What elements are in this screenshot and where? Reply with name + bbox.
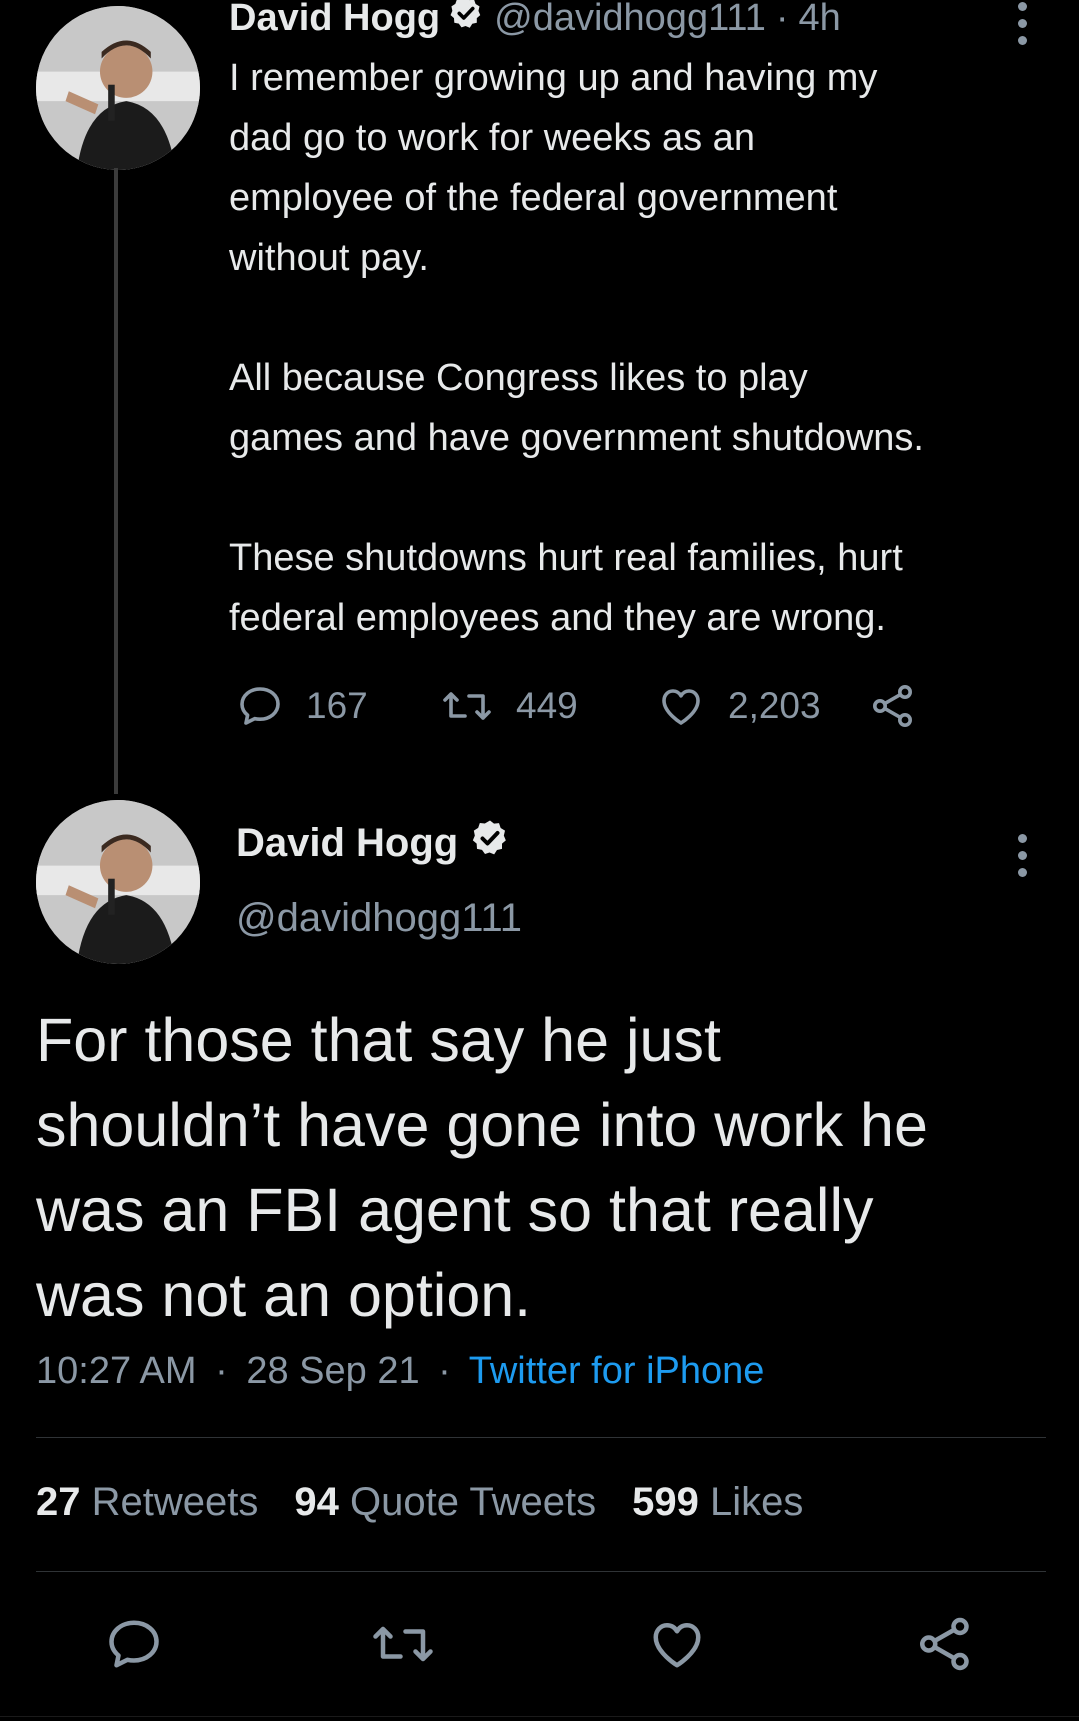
like-button[interactable]: 2,203 bbox=[656, 682, 821, 730]
thread-connector-line bbox=[114, 168, 118, 794]
like-count: 2,203 bbox=[728, 685, 821, 726]
metadata-separator: · bbox=[215, 1350, 228, 1392]
author-name[interactable]: David Hogg bbox=[236, 821, 458, 866]
main-tweet-text: For those that say he just shouldn’t hav… bbox=[36, 1006, 928, 1329]
bottom-edge-line bbox=[0, 1716, 1079, 1717]
retweet-button[interactable]: 449 bbox=[440, 682, 578, 730]
tweet-time[interactable]: 10:27 AM bbox=[36, 1350, 197, 1392]
author-handle[interactable]: @davidhogg111 bbox=[494, 0, 766, 40]
share-icon bbox=[920, 1617, 969, 1671]
engagement-stats: 27 Retweets 94 Quote Tweets 599 Likes bbox=[36, 1480, 839, 1525]
retweet-icon bbox=[373, 1626, 433, 1662]
author-handle[interactable]: @davidhogg111 bbox=[236, 896, 522, 941]
likes-stat[interactable]: 599 Likes bbox=[632, 1480, 803, 1525]
more-options-icon[interactable] bbox=[1018, 2, 1027, 45]
main-tweet-author[interactable]: David Hogg bbox=[236, 818, 510, 868]
tweet-metadata: 10:27 AM · 28 Sep 21 · Twitter for iPhon… bbox=[36, 1350, 764, 1393]
retweet-count: 449 bbox=[516, 685, 578, 726]
parent-tweet-header: David Hogg @davidhogg111 · 4h bbox=[229, 0, 841, 44]
tweet-date[interactable]: 28 Sep 21 bbox=[246, 1350, 419, 1392]
retweet-icon bbox=[443, 692, 491, 720]
share-button[interactable] bbox=[868, 682, 918, 735]
author-name[interactable]: David Hogg bbox=[229, 0, 440, 40]
share-icon bbox=[873, 685, 912, 727]
more-options-icon[interactable] bbox=[1018, 834, 1027, 877]
reply-button[interactable] bbox=[104, 1614, 164, 1679]
divider bbox=[36, 1571, 1046, 1572]
metadata-separator: · bbox=[438, 1350, 451, 1392]
tweet-source-link[interactable]: Twitter for iPhone bbox=[469, 1350, 765, 1392]
reply-icon bbox=[109, 1620, 159, 1668]
parent-tweet-text: I remember growing up and having my dad … bbox=[229, 57, 924, 639]
tweet-time-ago[interactable]: 4h bbox=[799, 0, 841, 40]
avatar[interactable] bbox=[36, 800, 200, 964]
reply-button[interactable]: 167 bbox=[236, 682, 368, 730]
header-separator: · bbox=[775, 0, 789, 39]
heart-icon bbox=[653, 1623, 701, 1668]
retweets-stat[interactable]: 27 Retweets bbox=[36, 1480, 258, 1525]
quote-tweets-stat[interactable]: 94 Quote Tweets bbox=[294, 1480, 596, 1525]
avatar-image bbox=[36, 6, 200, 170]
avatar-image bbox=[36, 800, 200, 964]
avatar[interactable] bbox=[36, 6, 200, 170]
retweet-button[interactable] bbox=[370, 1614, 436, 1679]
like-button[interactable] bbox=[646, 1614, 708, 1679]
verified-badge-icon bbox=[448, 0, 484, 41]
verified-badge-icon bbox=[470, 818, 510, 868]
reply-icon bbox=[240, 687, 280, 725]
divider bbox=[36, 1437, 1046, 1438]
share-button[interactable] bbox=[914, 1614, 976, 1679]
reply-count: 167 bbox=[306, 685, 368, 726]
heart-icon bbox=[662, 689, 700, 725]
